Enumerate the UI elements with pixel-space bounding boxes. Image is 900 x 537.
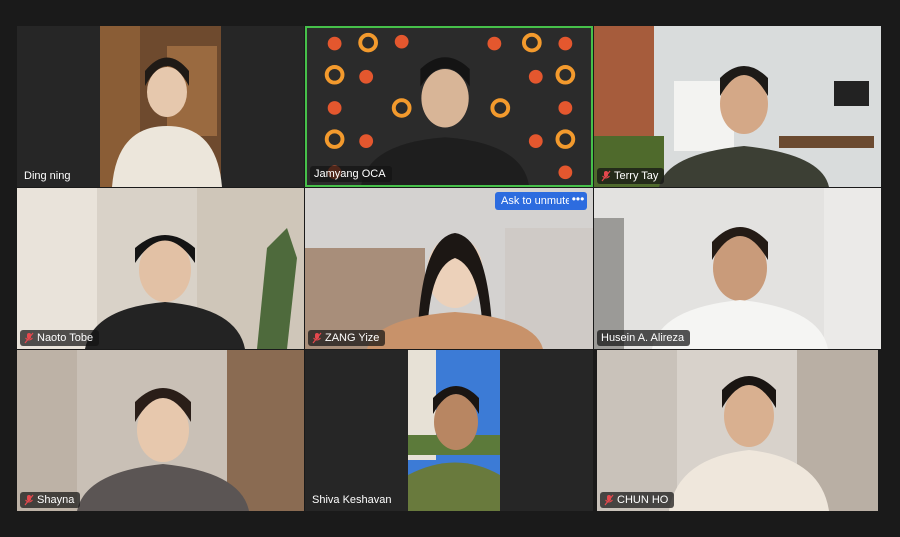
participant-name: Husein A. Alireza <box>601 332 685 344</box>
video-tile-ding-ning[interactable]: Ding ning <box>17 26 304 187</box>
participant-name-tag: CHUN HO <box>600 492 675 508</box>
participant-name-tag: Terry Tay <box>597 168 665 184</box>
participant-name: Shiva Keshavan <box>312 494 392 506</box>
more-options-button[interactable]: ••• <box>569 192 587 210</box>
microphone-muted-icon <box>601 170 611 182</box>
participant-video <box>597 350 878 511</box>
microphone-muted-icon <box>24 332 34 344</box>
video-tile-shayna[interactable]: Shayna <box>17 350 304 511</box>
participant-video <box>594 26 881 187</box>
video-tile-shiva-keshavan[interactable]: Shiva Keshavan <box>305 350 593 511</box>
participant-video <box>17 350 304 511</box>
participant-name: Jamyang OCA <box>314 168 386 180</box>
participant-name-tag: Shayna <box>20 492 81 508</box>
participant-video <box>305 350 593 511</box>
participant-video <box>17 26 304 187</box>
ellipsis-icon: ••• <box>571 192 585 206</box>
participant-name: CHUN HO <box>617 494 669 506</box>
participant-name: Shayna <box>37 494 75 506</box>
microphone-muted-icon <box>312 332 322 344</box>
participant-name: Naoto Tobe <box>37 332 94 344</box>
microphone-muted-icon <box>24 494 34 506</box>
participant-name-tag: Shiva Keshavan <box>308 492 398 508</box>
participant-name-tag: Jamyang OCA <box>310 166 392 182</box>
participant-video <box>594 188 881 349</box>
participant-name: Terry Tay <box>614 170 659 182</box>
video-tile-chun-ho[interactable]: CHUN HO <box>597 350 878 511</box>
participant-video <box>305 188 593 349</box>
participant-name: ZANG Yize <box>325 332 380 344</box>
participant-video <box>307 28 591 185</box>
video-tile-zang-yize[interactable]: Ask to unmute ••• ZANG Yize <box>305 188 593 349</box>
ask-to-unmute-button[interactable]: Ask to unmute <box>495 192 578 210</box>
participant-name-tag: Naoto Tobe <box>20 330 100 346</box>
video-tile-terry-tay[interactable]: Terry Tay <box>594 26 881 187</box>
participant-name: Ding ning <box>24 170 71 182</box>
participant-name-tag: Ding ning <box>20 168 76 184</box>
participant-video <box>17 188 304 349</box>
participant-name-tag: Husein A. Alireza <box>597 330 691 346</box>
participant-name-tag: ZANG Yize <box>308 330 386 346</box>
video-tile-jamyang-oca[interactable]: Jamyang OCA <box>305 26 593 187</box>
meeting-window: Ding ning Jamyang OCA Terry Tay Naoto To… <box>0 0 900 537</box>
video-tile-naoto-tobe[interactable]: Naoto Tobe <box>17 188 304 349</box>
video-tile-husein-a-alireza[interactable]: Husein A. Alireza <box>594 188 881 349</box>
microphone-muted-icon <box>604 494 614 506</box>
